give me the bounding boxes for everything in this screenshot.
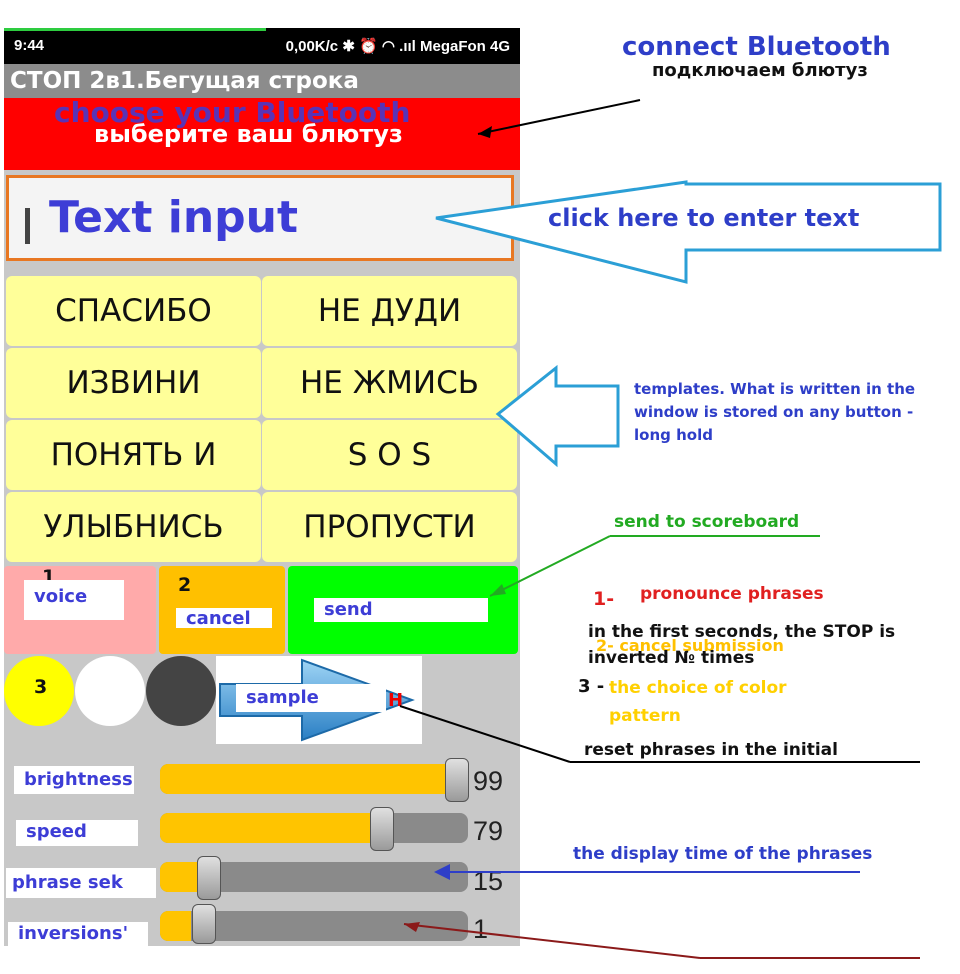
annotation-arrows	[399, 99, 942, 959]
anno-legend-1-num: 1-	[593, 588, 615, 610]
anno-display-time: the display time of the phrases	[573, 844, 873, 864]
anno-connect-en: connect Bluetooth	[622, 32, 891, 62]
anno-legend-3: the choice of color	[609, 678, 787, 698]
anno-legend-1c: inverted № times	[588, 648, 755, 668]
anno-templates-2: window is stored on any button -	[634, 403, 914, 421]
anno-legend-3-num: 3 -	[578, 676, 605, 697]
anno-templates-1: templates. What is written in the	[634, 380, 916, 398]
anno-reset: reset phrases in the initial	[584, 740, 838, 760]
anno-templates-3: long hold	[634, 426, 713, 444]
click-arrow-icon	[435, 180, 942, 284]
anno-legend-1: pronounce phrases	[640, 584, 824, 604]
anno-send-to-scoreboard: send to scoreboard	[614, 512, 800, 532]
anno-connect-ru: подключаем блютуз	[652, 60, 868, 81]
anno-legend-1b: in the first seconds, the STOP is	[588, 622, 896, 642]
anno-click-here: click here to enter text	[548, 204, 860, 232]
templates-arrow-icon	[495, 364, 620, 468]
anno-legend-3b: pattern	[609, 706, 681, 726]
